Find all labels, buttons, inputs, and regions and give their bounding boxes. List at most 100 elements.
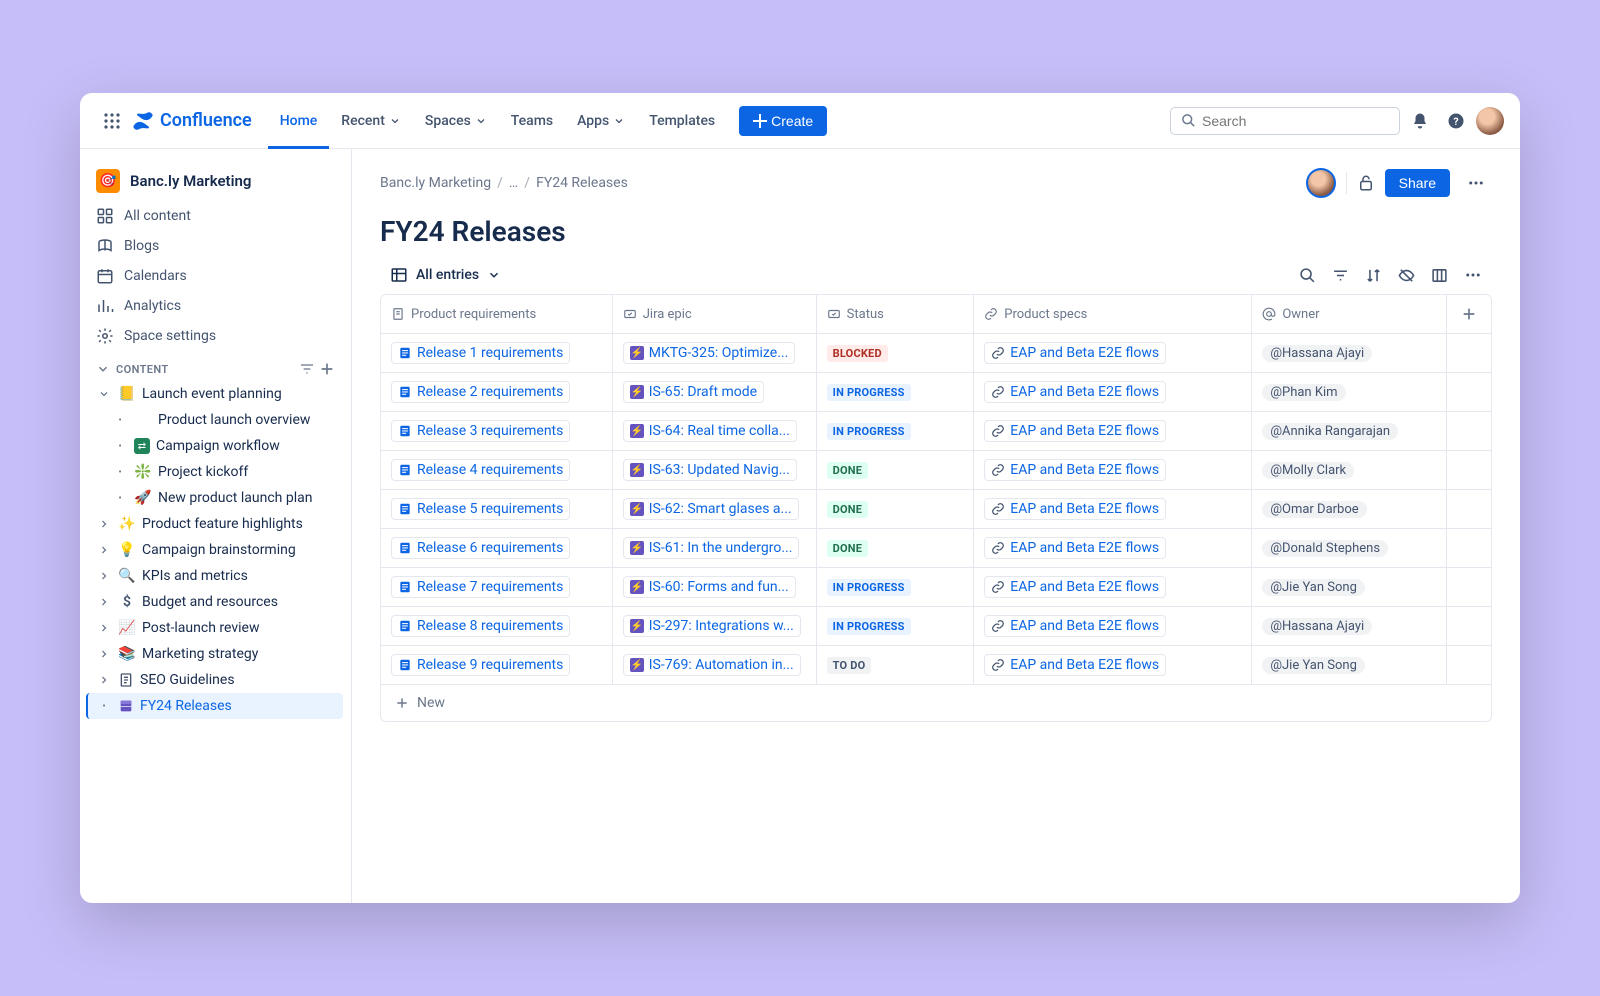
sidebar-calendars[interactable]: Calendars [88,261,343,291]
spec-link[interactable]: EAP and Beta E2E flows [984,537,1166,559]
requirement-link[interactable]: Release 4 requirements [391,459,570,481]
jira-epic-link[interactable]: ⚡IS-64: Real time colla... [623,420,797,442]
owner-mention[interactable]: @Annika Rangarajan [1262,423,1398,440]
share-button[interactable]: Share [1385,169,1450,197]
status-badge[interactable]: BLOCKED [827,345,888,362]
spec-link[interactable]: EAP and Beta E2E flows [984,420,1166,442]
requirement-link[interactable]: Release 2 requirements [391,381,570,403]
search-icon[interactable] [1299,267,1316,284]
search-input[interactable] [1170,107,1400,135]
plus-icon[interactable] [319,361,335,377]
jira-epic-link[interactable]: ⚡IS-61: In the undergro... [623,537,800,559]
more-icon[interactable] [1464,266,1482,284]
tree-item[interactable]: 🔍KPIs and metrics [88,563,343,589]
breadcrumb-item[interactable]: FY24 Releases [536,175,628,191]
owner-mention[interactable]: @Phan Kim [1262,384,1345,401]
jira-epic-link[interactable]: ⚡IS-63: Updated Navig... [623,459,797,481]
spec-link[interactable]: EAP and Beta E2E flows [984,498,1166,520]
help-icon[interactable]: ? [1440,105,1472,137]
owner-mention[interactable]: @Donald Stephens [1262,540,1388,557]
owner-mention[interactable]: @Jie Yan Song [1262,579,1365,596]
table-row[interactable]: Release 7 requirements ⚡IS-60: Forms and … [381,567,1491,606]
tree-item[interactable]: SEO Guidelines [88,667,343,693]
spec-link[interactable]: EAP and Beta E2E flows [984,576,1166,598]
col-owner[interactable]: Owner [1252,295,1447,333]
table-row[interactable]: Release 1 requirements ⚡MKTG-325: Optimiz… [381,333,1491,372]
brand-logo[interactable]: Confluence [132,110,252,132]
spec-link[interactable]: EAP and Beta E2E flows [984,381,1166,403]
create-button[interactable]: Create [739,106,827,136]
sidebar-space-settings[interactable]: Space settings [88,321,343,351]
table-row[interactable]: Release 6 requirements ⚡IS-61: In the und… [381,528,1491,567]
jira-epic-link[interactable]: ⚡IS-297: Integrations w... [623,615,801,637]
jira-epic-link[interactable]: ⚡IS-60: Forms and fun... [623,576,796,598]
tree-item[interactable]: ✨Product feature highlights [88,511,343,537]
table-row[interactable]: Release 4 requirements ⚡IS-63: Updated Na… [381,450,1491,489]
nav-apps[interactable]: Apps [565,93,637,149]
tree-item[interactable]: $Budget and resources [88,589,343,615]
owner-mention[interactable]: @Hassana Ajayi [1262,345,1372,362]
tree-item[interactable]: 📚Marketing strategy [88,641,343,667]
presence-avatar[interactable] [1306,168,1336,198]
spec-link[interactable]: EAP and Beta E2E flows [984,459,1166,481]
tree-item[interactable]: •Product launch overview [88,407,343,433]
sidebar-analytics[interactable]: Analytics [88,291,343,321]
owner-mention[interactable]: @Hassana Ajayi [1262,618,1372,635]
app-switcher-icon[interactable] [96,105,128,137]
profile-avatar[interactable] [1476,107,1504,135]
status-badge[interactable]: IN PROGRESS [827,579,911,596]
tree-item[interactable]: 💡Campaign brainstorming [88,537,343,563]
layout-icon[interactable] [1431,267,1448,284]
requirement-link[interactable]: Release 5 requirements [391,498,570,520]
col-req[interactable]: Product requirements [381,295,613,333]
sidebar-all-content[interactable]: All content [88,201,343,231]
chevron-down-icon[interactable] [96,362,110,376]
col-status[interactable]: Status [817,295,975,333]
tree-item[interactable]: •FY24 Releases [86,693,343,719]
status-badge[interactable]: IN PROGRESS [827,423,911,440]
status-badge[interactable]: TO DO [827,657,872,674]
restrictions-icon[interactable] [1357,174,1375,192]
breadcrumb-item[interactable]: Banc.ly Marketing [380,175,491,191]
tree-item[interactable]: 📈Post-launch review [88,615,343,641]
table-row[interactable]: Release 5 requirements ⚡IS-62: Smart glas… [381,489,1491,528]
status-badge[interactable]: IN PROGRESS [827,618,911,635]
hide-icon[interactable] [1398,267,1415,284]
requirement-link[interactable]: Release 7 requirements [391,576,570,598]
table-row[interactable]: Release 3 requirements⚡IS-64: Real time … [381,411,1491,450]
new-row-button[interactable]: New [381,684,1491,721]
owner-mention[interactable]: @Omar Darboe [1262,501,1366,518]
jira-epic-link[interactable]: ⚡MKTG-325: Optimize... [623,342,796,364]
status-badge[interactable]: IN PROGRESS [827,384,911,401]
status-badge[interactable]: DONE [827,501,868,518]
status-badge[interactable]: DONE [827,540,868,557]
spec-link[interactable]: EAP and Beta E2E flows [984,615,1166,637]
owner-mention[interactable]: @Jie Yan Song [1262,657,1365,674]
space-header[interactable]: 🎯 Banc.ly Marketing [88,161,343,201]
requirement-link[interactable]: Release 9 requirements [391,654,570,676]
col-epic[interactable]: Jira epic [613,295,817,333]
nav-templates[interactable]: Templates [637,93,727,149]
filter-icon[interactable] [1332,267,1349,284]
col-spec[interactable]: Product specs [974,295,1252,333]
spec-link[interactable]: EAP and Beta E2E flows [984,654,1166,676]
nav-recent[interactable]: Recent [329,93,413,149]
tree-item[interactable]: •⇄Campaign workflow [88,433,343,459]
breadcrumb-item[interactable]: … [509,175,518,191]
table-row[interactable]: Release 8 requirements ⚡IS-297: Integrati… [381,606,1491,645]
nav-home[interactable]: Home [268,93,330,149]
jira-epic-link[interactable]: ⚡IS-769: Automation in... [623,654,801,676]
view-switcher[interactable]: All entries [390,266,501,284]
tree-item[interactable]: 📒Launch event planning [88,381,343,407]
more-actions-icon[interactable] [1460,167,1492,199]
requirement-link[interactable]: Release 8 requirements [391,615,570,637]
tree-item[interactable]: •🚀New product launch plan [88,485,343,511]
table-row[interactable]: Release 9 requirements ⚡IS-769: Automatio… [381,645,1491,684]
spec-link[interactable]: EAP and Beta E2E flows [984,342,1166,364]
requirement-link[interactable]: Release 6 requirements [391,537,570,559]
requirement-link[interactable]: Release 1 requirements [391,342,570,364]
jira-epic-link[interactable]: ⚡IS-62: Smart glases a... [623,498,799,520]
jira-epic-link[interactable]: ⚡IS-65: Draft mode [623,381,764,403]
add-column-button[interactable] [1447,295,1491,333]
notifications-icon[interactable] [1404,105,1436,137]
